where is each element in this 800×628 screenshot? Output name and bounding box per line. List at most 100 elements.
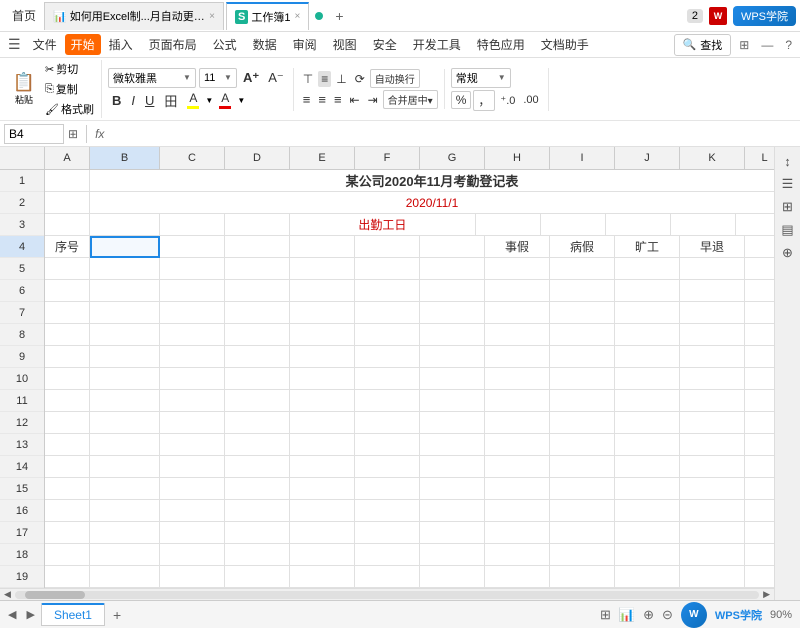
- cell-row17-col5[interactable]: [355, 522, 420, 544]
- menu-help-icon[interactable]: ?: [781, 36, 796, 54]
- cell-row15-col8[interactable]: [550, 478, 615, 500]
- cell-row5-col1[interactable]: [90, 258, 160, 280]
- cell-row11-col11[interactable]: [745, 390, 774, 412]
- cell-g4[interactable]: [420, 236, 485, 258]
- cell-row9-col10[interactable]: [680, 346, 745, 368]
- cell-k4[interactable]: 早退: [680, 236, 745, 258]
- cell-row8-col2[interactable]: [160, 324, 225, 346]
- cell-row15-col3[interactable]: [225, 478, 290, 500]
- cell-row10-col7[interactable]: [485, 368, 550, 390]
- cell-row16-col11[interactable]: [745, 500, 774, 522]
- hamburger-menu[interactable]: ☰: [4, 34, 25, 55]
- cell-row13-col0[interactable]: [45, 434, 90, 456]
- format-painter-button[interactable]: 🖌 格式刷: [42, 100, 97, 118]
- border-button[interactable]: 田: [160, 90, 181, 111]
- status-icon-3[interactable]: ⊕: [643, 607, 654, 623]
- cell-row13-col3[interactable]: [225, 434, 290, 456]
- cell-row6-col8[interactable]: [550, 280, 615, 302]
- cell-i3[interactable]: [541, 214, 606, 236]
- row-num-12[interactable]: 12: [0, 412, 44, 434]
- menu-doc-assistant[interactable]: 文档助手: [533, 33, 597, 56]
- row-num-9[interactable]: 9: [0, 346, 44, 368]
- font-name-selector[interactable]: 微软雅黑 ▼: [108, 68, 196, 88]
- menu-data[interactable]: 数据: [245, 33, 285, 56]
- cell-row19-col2[interactable]: [160, 566, 225, 588]
- cell-row6-col11[interactable]: [745, 280, 774, 302]
- cell-row8-col6[interactable]: [420, 324, 485, 346]
- font-color-arrow[interactable]: ▼: [237, 96, 245, 105]
- menu-expand-icon[interactable]: ⊞: [735, 36, 753, 54]
- decrease-decimal[interactable]: .00: [520, 93, 541, 107]
- fill-color-button[interactable]: A: [183, 90, 203, 110]
- cell-row19-col5[interactable]: [355, 566, 420, 588]
- cell-l4[interactable]: [745, 236, 774, 258]
- cell-row5-col7[interactable]: [485, 258, 550, 280]
- cell-name-box[interactable]: B4: [4, 124, 64, 144]
- cell-row5-col8[interactable]: [550, 258, 615, 280]
- home-button[interactable]: 首页: [4, 3, 44, 28]
- cell-row11-col9[interactable]: [615, 390, 680, 412]
- cell-row17-col3[interactable]: [225, 522, 290, 544]
- row-num-7[interactable]: 7: [0, 302, 44, 324]
- row-num-18[interactable]: 18: [0, 544, 44, 566]
- row-num-4[interactable]: 4: [0, 236, 44, 258]
- cell-row10-col2[interactable]: [160, 368, 225, 390]
- cell-row18-col0[interactable]: [45, 544, 90, 566]
- cell-row10-col5[interactable]: [355, 368, 420, 390]
- align-center-button[interactable]: ≡: [315, 91, 329, 108]
- cell-d4[interactable]: [225, 236, 290, 258]
- cell-row8-col7[interactable]: [485, 324, 550, 346]
- cell-row6-col10[interactable]: [680, 280, 745, 302]
- cell-row18-col10[interactable]: [680, 544, 745, 566]
- cell-row12-col0[interactable]: [45, 412, 90, 434]
- cell-row18-col1[interactable]: [90, 544, 160, 566]
- cell-row17-col4[interactable]: [290, 522, 355, 544]
- row-num-11[interactable]: 11: [0, 390, 44, 412]
- cell-row7-col3[interactable]: [225, 302, 290, 324]
- align-right-button[interactable]: ≡: [331, 91, 345, 108]
- cell-row14-col4[interactable]: [290, 456, 355, 478]
- cell-row9-col9[interactable]: [615, 346, 680, 368]
- row-num-19[interactable]: 19: [0, 566, 44, 588]
- col-header-a[interactable]: A: [45, 147, 90, 169]
- cell-row16-col6[interactable]: [420, 500, 485, 522]
- cell-row14-col5[interactable]: [355, 456, 420, 478]
- row-num-10[interactable]: 10: [0, 368, 44, 390]
- add-tab-button[interactable]: +: [327, 4, 351, 28]
- row-num-17[interactable]: 17: [0, 522, 44, 544]
- cell-row17-col7[interactable]: [485, 522, 550, 544]
- cell-row14-col0[interactable]: [45, 456, 90, 478]
- col-header-k[interactable]: K: [680, 147, 745, 169]
- cell-row6-col9[interactable]: [615, 280, 680, 302]
- cell-row6-col6[interactable]: [420, 280, 485, 302]
- percent-button[interactable]: %: [451, 91, 472, 109]
- cell-c3[interactable]: [160, 214, 225, 236]
- cell-row7-col10[interactable]: [680, 302, 745, 324]
- cell-a1[interactable]: [45, 170, 90, 192]
- cell-row9-col2[interactable]: [160, 346, 225, 368]
- menu-insert[interactable]: 插入: [101, 33, 141, 56]
- cell-row18-col7[interactable]: [485, 544, 550, 566]
- menu-minimize-icon[interactable]: —: [757, 36, 777, 54]
- sidebar-grid-icon[interactable]: ⊞: [778, 197, 798, 217]
- cell-row12-col6[interactable]: [420, 412, 485, 434]
- cell-row15-col5[interactable]: [355, 478, 420, 500]
- cell-row9-col1[interactable]: [90, 346, 160, 368]
- col-header-j[interactable]: J: [615, 147, 680, 169]
- cell-row19-col4[interactable]: [290, 566, 355, 588]
- paste-button[interactable]: 📋 粘贴: [8, 70, 40, 108]
- cell-row7-col7[interactable]: [485, 302, 550, 324]
- cell-row12-col9[interactable]: [615, 412, 680, 434]
- wps-academy-button[interactable]: WPS学院: [733, 6, 796, 26]
- sheet-prev-btn[interactable]: ◀: [4, 606, 20, 623]
- cell-row10-col11[interactable]: [745, 368, 774, 390]
- search-button[interactable]: 🔍 查找: [674, 34, 732, 56]
- scroll-track[interactable]: [15, 591, 759, 599]
- col-header-b[interactable]: B: [90, 147, 160, 169]
- cell-a2[interactable]: [45, 192, 90, 214]
- cell-row8-col11[interactable]: [745, 324, 774, 346]
- cell-row12-col1[interactable]: [90, 412, 160, 434]
- cell-row19-col6[interactable]: [420, 566, 485, 588]
- cell-row11-col0[interactable]: [45, 390, 90, 412]
- cell-row17-col6[interactable]: [420, 522, 485, 544]
